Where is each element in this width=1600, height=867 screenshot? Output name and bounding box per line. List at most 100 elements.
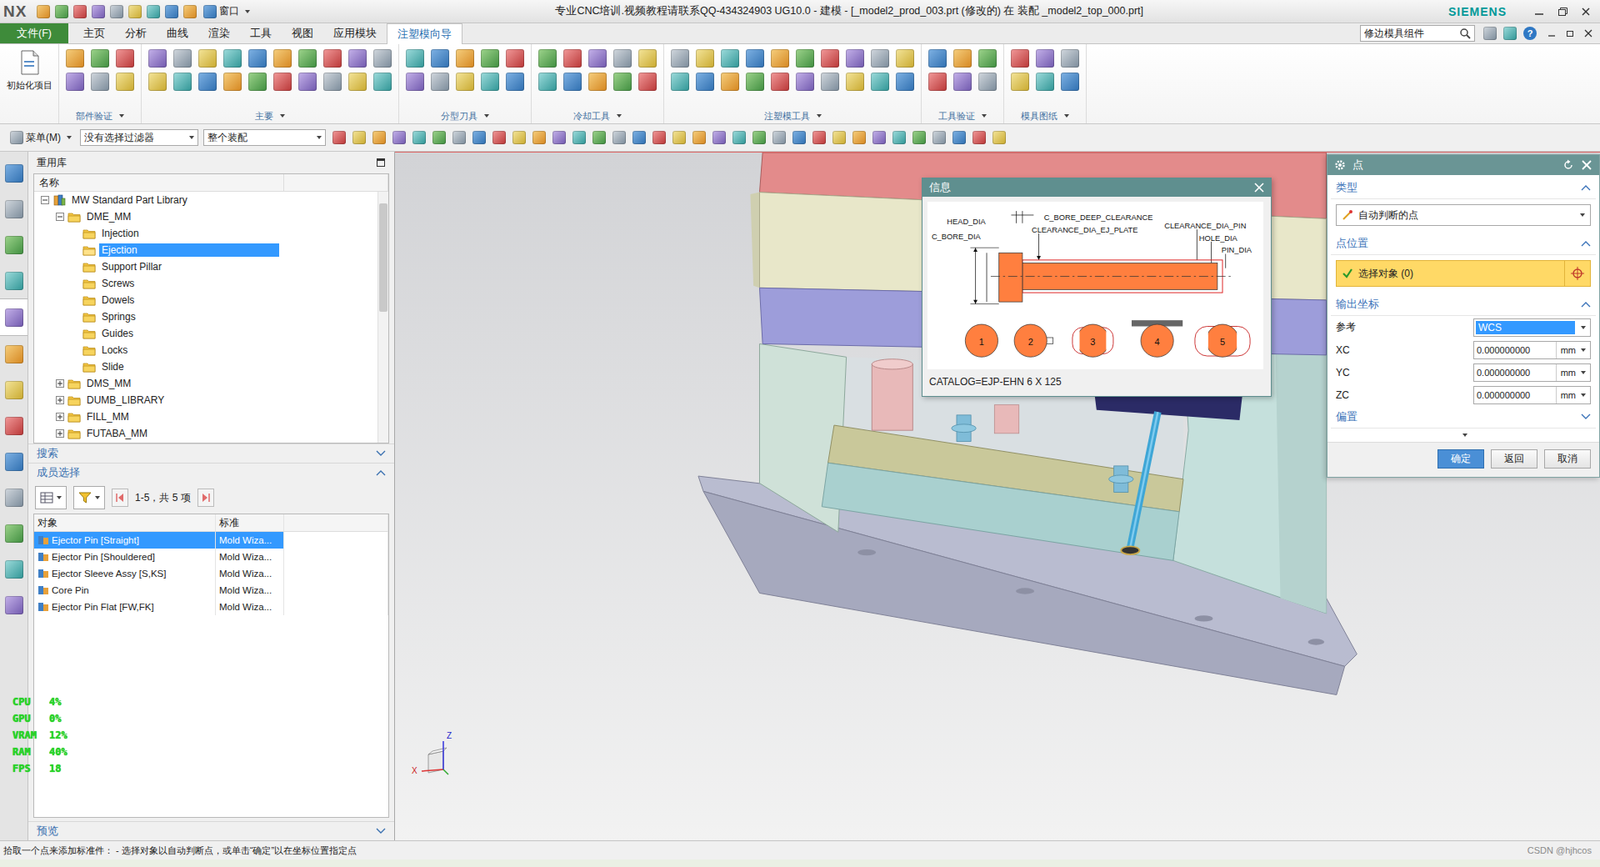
quick-access-icon[interactable] bbox=[73, 5, 87, 19]
table-row[interactable]: Ejector Sleeve Assy [S,KS]Mold Wiza... bbox=[34, 565, 389, 582]
ribbon-command-icon[interactable] bbox=[720, 72, 740, 91]
quick-access-icon[interactable] bbox=[55, 5, 69, 19]
select-object-row[interactable]: 选择对象 (0) bbox=[1335, 260, 1591, 287]
resource-tab[interactable] bbox=[0, 262, 28, 299]
ribbon-command-icon[interactable] bbox=[820, 49, 840, 68]
caret-icon[interactable] bbox=[484, 114, 490, 118]
quick-access-icon[interactable] bbox=[91, 5, 105, 19]
ribbon-command-icon[interactable] bbox=[588, 49, 607, 68]
unit-dropdown[interactable]: mm bbox=[1555, 386, 1590, 404]
ribbon-command-icon[interactable] bbox=[1035, 49, 1055, 68]
resource-tab[interactable] bbox=[0, 586, 28, 623]
ribbon-command-icon[interactable] bbox=[298, 72, 317, 91]
window-menu[interactable]: 窗口 bbox=[203, 4, 250, 19]
resource-tab[interactable] bbox=[0, 335, 28, 372]
toolbar-icon[interactable] bbox=[712, 130, 726, 145]
quick-access-icon[interactable] bbox=[128, 5, 142, 19]
toolbar-icon[interactable] bbox=[452, 130, 466, 145]
close-icon[interactable] bbox=[1254, 182, 1265, 193]
caret-icon[interactable] bbox=[280, 114, 285, 118]
ribbon-command-icon[interactable] bbox=[978, 72, 997, 91]
resource-tab[interactable] bbox=[0, 443, 28, 480]
ribbon-tab[interactable]: 主页 bbox=[73, 23, 115, 44]
quick-access-icon[interactable] bbox=[110, 5, 124, 19]
last-page-icon[interactable] bbox=[197, 488, 215, 507]
ribbon-command-icon[interactable] bbox=[720, 49, 740, 68]
preview-section-header[interactable]: 预览 bbox=[28, 820, 395, 840]
tree-item[interactable]: Support Pillar bbox=[34, 258, 378, 275]
ribbon-command-icon[interactable] bbox=[173, 72, 192, 91]
ribbon-command-icon[interactable] bbox=[1060, 72, 1080, 91]
ribbon-command-icon[interactable] bbox=[223, 49, 242, 68]
expander-icon[interactable] bbox=[55, 395, 65, 405]
caret-icon[interactable] bbox=[1462, 433, 1468, 437]
ribbon-tab[interactable]: 文件(F) bbox=[0, 23, 69, 44]
toolbar-icon[interactable] bbox=[952, 130, 966, 145]
ribbon-command-icon[interactable] bbox=[115, 49, 135, 68]
caret-icon[interactable] bbox=[1064, 114, 1070, 118]
ribbon-command-icon[interactable] bbox=[695, 49, 715, 68]
ribbon-command-icon[interactable] bbox=[538, 72, 557, 91]
expander-icon[interactable] bbox=[55, 412, 65, 421]
ribbon-command-icon[interactable] bbox=[928, 49, 947, 68]
close-icon[interactable] bbox=[1583, 28, 1594, 39]
toolbar-icon[interactable] bbox=[392, 130, 406, 145]
ribbon-command-icon[interactable] bbox=[638, 49, 657, 68]
caret-icon[interactable] bbox=[119, 114, 125, 118]
dialog-title-bar[interactable]: 信息 bbox=[922, 178, 1271, 197]
settings-icon[interactable] bbox=[1503, 26, 1517, 40]
ribbon-command-icon[interactable] bbox=[173, 49, 192, 68]
ribbon-command-icon[interactable] bbox=[695, 72, 715, 91]
ribbon-command-icon[interactable] bbox=[90, 72, 110, 91]
layout-icon[interactable] bbox=[1483, 26, 1497, 40]
toolbar-icon[interactable] bbox=[612, 130, 626, 145]
toolbar-icon[interactable] bbox=[512, 130, 526, 145]
column-header[interactable]: 标准 bbox=[215, 514, 285, 531]
ribbon-command-icon[interactable] bbox=[613, 49, 632, 68]
first-page-icon[interactable] bbox=[111, 488, 129, 507]
point-type-dropdown[interactable]: 自动判断的点 bbox=[1335, 204, 1591, 226]
expander-icon[interactable] bbox=[55, 429, 65, 438]
toolbar-icon[interactable] bbox=[572, 130, 586, 145]
ribbon-command-icon[interactable] bbox=[480, 49, 500, 68]
toolbar-icon[interactable] bbox=[432, 130, 446, 145]
ribbon-command-icon[interactable] bbox=[405, 72, 425, 91]
tree-item[interactable]: Dowels bbox=[34, 291, 378, 309]
resource-tab[interactable] bbox=[0, 407, 28, 444]
ribbon-command-icon[interactable] bbox=[953, 49, 972, 68]
dialog-button[interactable]: 取消 bbox=[1544, 449, 1591, 469]
selection-filter-dropdown[interactable]: 没有选择过滤器 bbox=[80, 129, 199, 146]
ribbon-command-icon[interactable] bbox=[505, 49, 525, 68]
resource-tab[interactable] bbox=[0, 155, 28, 191]
ribbon-command-icon[interactable] bbox=[455, 72, 475, 91]
resource-tab[interactable] bbox=[0, 371, 28, 408]
reset-icon[interactable] bbox=[1562, 159, 1575, 171]
ribbon-command-icon[interactable] bbox=[538, 49, 557, 68]
type-section-header[interactable]: 类型 bbox=[1330, 176, 1596, 200]
unit-dropdown[interactable]: mm bbox=[1555, 341, 1590, 359]
tree-scrollbar[interactable] bbox=[377, 191, 389, 443]
ribbon-tab[interactable]: 视图 bbox=[281, 23, 324, 44]
toolbar-icon[interactable] bbox=[352, 130, 366, 145]
toolbar-icon[interactable] bbox=[692, 130, 706, 145]
toolbar-icon[interactable] bbox=[872, 130, 886, 145]
restore-icon[interactable] bbox=[1565, 28, 1575, 39]
ribbon-command-icon[interactable] bbox=[198, 72, 217, 91]
ribbon-command-icon[interactable] bbox=[405, 49, 425, 68]
reference-dropdown[interactable]: WCS bbox=[1473, 318, 1591, 337]
ribbon-command-icon[interactable] bbox=[588, 72, 607, 91]
maximize-icon[interactable] bbox=[375, 157, 386, 168]
ribbon-command-icon[interactable] bbox=[323, 72, 342, 91]
table-row[interactable]: Core PinMold Wiza... bbox=[34, 581, 389, 599]
toolbar-icon[interactable] bbox=[752, 130, 766, 145]
ribbon-command-icon[interactable] bbox=[198, 49, 217, 68]
table-row[interactable]: Ejector Pin [Straight]Mold Wiza... bbox=[34, 531, 389, 549]
toolbar-icon[interactable] bbox=[552, 130, 566, 145]
ribbon-command-icon[interactable] bbox=[953, 72, 972, 91]
ribbon-command-icon[interactable] bbox=[373, 72, 392, 91]
toolbar-icon[interactable] bbox=[592, 130, 606, 145]
graphics-viewport[interactable]: 信息HEAD_DIAC_BORE_DIAC_BORE_DEEP_CLEARANC… bbox=[395, 151, 1600, 840]
tree-item[interactable]: DUMB_LIBRARY bbox=[34, 391, 378, 409]
menu-button[interactable]: 菜单(M) bbox=[6, 130, 75, 145]
quick-access-icon[interactable] bbox=[146, 5, 160, 19]
